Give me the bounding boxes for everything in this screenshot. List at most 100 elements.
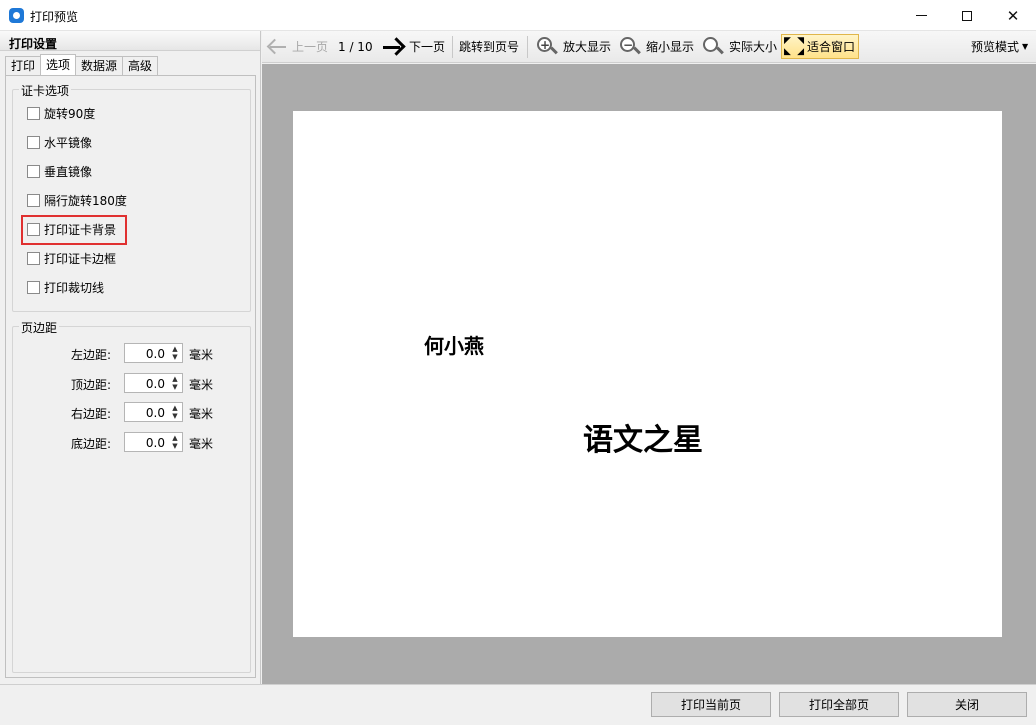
next-page-button[interactable]: 下一页 bbox=[383, 31, 445, 62]
margin-label: 左边距: bbox=[70, 348, 111, 362]
toolbar-separator bbox=[527, 36, 528, 58]
zoom-out-icon: − bbox=[619, 36, 641, 57]
maximize-button[interactable] bbox=[944, 0, 990, 31]
card-award-text: 语文之星 bbox=[583, 423, 703, 458]
checkbox-rotate-90[interactable]: 旋转90度 bbox=[27, 105, 95, 122]
checkbox-label: 打印证卡边框 bbox=[44, 252, 117, 266]
zoom-in-label: 放大显示 bbox=[563, 40, 612, 54]
zoom-in-button[interactable]: + 放大显示 bbox=[536, 31, 611, 62]
preview-canvas[interactable]: 何小燕 语文之星 bbox=[262, 64, 1036, 684]
stepper-value[interactable]: 0.0 bbox=[146, 436, 165, 450]
checkbox-label: 打印裁切线 bbox=[44, 281, 105, 295]
preview-mode-dropdown[interactable]: 预览模式 ▼ bbox=[971, 31, 1028, 62]
actual-size-button[interactable]: 实际大小 bbox=[702, 31, 777, 62]
page-indicator: 1 / 10 bbox=[338, 39, 373, 54]
bottom-margin-stepper[interactable]: 0.0 ▲ ▼ bbox=[124, 432, 183, 452]
tab-options[interactable]: 选项 bbox=[40, 54, 77, 75]
stepper-arrows-icon[interactable]: ▲ ▼ bbox=[168, 403, 182, 421]
close-button[interactable]: 关闭 bbox=[907, 692, 1027, 717]
checkbox-box[interactable] bbox=[27, 252, 40, 265]
margin-label: 底边距: bbox=[70, 437, 111, 451]
stepper-value[interactable]: 0.0 bbox=[146, 347, 165, 361]
fit-window-label: 适合窗口 bbox=[807, 40, 856, 54]
zoom-out-label: 缩小显示 bbox=[646, 40, 695, 54]
stepper-arrows-icon[interactable]: ▲ ▼ bbox=[168, 374, 182, 392]
arrow-left-icon bbox=[268, 40, 286, 54]
fit-window-icon: ◤ ◥ ◣ ◢ bbox=[784, 35, 804, 57]
preview-mode-label: 预览模式 bbox=[971, 40, 1020, 54]
margin-row-left: 左边距: 0.0 ▲ ▼ 毫米 bbox=[13, 343, 252, 363]
checkbox-mirror-vertical[interactable]: 垂直镜像 bbox=[27, 163, 92, 180]
magnifier-icon bbox=[702, 36, 724, 57]
arrow-right-icon bbox=[383, 39, 403, 55]
margin-label: 顶边距: bbox=[70, 378, 111, 392]
app-icon bbox=[9, 8, 24, 23]
left-margin-stepper[interactable]: 0.0 ▲ ▼ bbox=[124, 343, 183, 363]
checkbox-label: 旋转90度 bbox=[44, 107, 96, 121]
bottom-button-bar: 打印当前页 打印全部页 关闭 bbox=[0, 684, 1036, 725]
preview-page: 何小燕 语文之星 bbox=[293, 111, 1002, 637]
margin-row-top: 顶边距: 0.0 ▲ ▼ 毫米 bbox=[13, 373, 252, 393]
prev-page-label: 上一页 bbox=[292, 40, 329, 54]
margin-label: 右边距: bbox=[70, 407, 111, 421]
next-page-label: 下一页 bbox=[409, 40, 446, 54]
close-icon: ✕ bbox=[1006, 6, 1020, 25]
checkbox-print-card-background[interactable]: 打印证卡背景 bbox=[27, 221, 116, 238]
checkbox-print-cut-lines[interactable]: 打印裁切线 bbox=[27, 279, 104, 296]
panel-title: 打印设置 bbox=[9, 37, 58, 51]
checkbox-box[interactable] bbox=[27, 281, 40, 294]
margin-unit: 毫米 bbox=[189, 407, 214, 421]
close-window-button[interactable]: ✕ bbox=[990, 0, 1036, 31]
card-options-legend: 证卡选项 bbox=[19, 82, 72, 99]
tab-print[interactable]: 打印 bbox=[5, 56, 42, 75]
checkbox-label: 隔行旋转180度 bbox=[44, 194, 127, 208]
card-options-group: 证卡选项 旋转90度 水平镜像 垂直镜像 隔行旋转180度 打印证卡背景 打印证… bbox=[12, 82, 251, 312]
checkbox-box[interactable] bbox=[27, 194, 40, 207]
checkbox-box[interactable] bbox=[27, 223, 40, 236]
stepper-arrows-icon[interactable]: ▲ ▼ bbox=[168, 433, 182, 451]
margin-unit: 毫米 bbox=[189, 348, 214, 362]
margin-unit: 毫米 bbox=[189, 437, 214, 451]
settings-tabs: 打印 选项 数据源 高级 bbox=[5, 54, 159, 75]
prev-page-button[interactable]: 上一页 bbox=[268, 31, 328, 62]
card-name-text: 何小燕 bbox=[424, 334, 484, 358]
options-tab-body: 证卡选项 旋转90度 水平镜像 垂直镜像 隔行旋转180度 打印证卡背景 打印证… bbox=[5, 75, 256, 678]
margin-row-bottom: 底边距: 0.0 ▲ ▼ 毫米 bbox=[13, 432, 252, 452]
title-bar: 打印预览 ✕ bbox=[0, 0, 1036, 31]
window-title: 打印预览 bbox=[30, 10, 79, 24]
checkbox-box[interactable] bbox=[27, 136, 40, 149]
toolbar-separator bbox=[452, 36, 453, 58]
checkbox-alternate-rotate-180[interactable]: 隔行旋转180度 bbox=[27, 192, 127, 209]
margin-row-right: 右边距: 0.0 ▲ ▼ 毫米 bbox=[13, 402, 252, 422]
checkbox-box[interactable] bbox=[27, 107, 40, 120]
maximize-icon bbox=[962, 10, 972, 21]
page-margins-legend: 页边距 bbox=[19, 319, 60, 336]
checkbox-print-card-border[interactable]: 打印证卡边框 bbox=[27, 250, 116, 267]
stepper-arrows-icon[interactable]: ▲ ▼ bbox=[168, 344, 182, 362]
minimize-icon bbox=[915, 15, 927, 16]
zoom-out-button[interactable]: − 缩小显示 bbox=[619, 31, 694, 62]
zoom-in-icon: + bbox=[536, 36, 558, 57]
checkbox-box[interactable] bbox=[27, 165, 40, 178]
top-margin-stepper[interactable]: 0.0 ▲ ▼ bbox=[124, 373, 183, 393]
jump-to-page-button[interactable]: 跳转到页号 bbox=[459, 31, 519, 62]
margin-unit: 毫米 bbox=[189, 378, 214, 392]
right-margin-stepper[interactable]: 0.0 ▲ ▼ bbox=[124, 402, 183, 422]
stepper-value[interactable]: 0.0 bbox=[146, 377, 165, 391]
checkbox-label: 垂直镜像 bbox=[44, 165, 93, 179]
actual-size-label: 实际大小 bbox=[729, 40, 778, 54]
tab-advanced[interactable]: 高级 bbox=[122, 56, 159, 75]
print-current-page-button[interactable]: 打印当前页 bbox=[651, 692, 771, 717]
minimize-button[interactable] bbox=[898, 0, 944, 31]
tab-datasource[interactable]: 数据源 bbox=[75, 56, 124, 75]
chevron-down-icon: ▼ bbox=[1022, 42, 1029, 51]
page-margins-group: 页边距 左边距: 0.0 ▲▼ 毫米 顶边距: 0.0 ▲▼ 毫米 右边距: bbox=[12, 319, 252, 673]
stepper-value[interactable]: 0.0 bbox=[146, 406, 165, 420]
checkbox-mirror-horizontal[interactable]: 水平镜像 bbox=[27, 134, 92, 151]
checkbox-label: 水平镜像 bbox=[44, 136, 93, 150]
print-all-pages-button[interactable]: 打印全部页 bbox=[779, 692, 899, 717]
print-settings-panel: 打印设置 打印 选项 数据源 高级 证卡选项 旋转90度 水平镜像 垂直镜像 隔… bbox=[0, 31, 261, 684]
checkbox-label: 打印证卡背景 bbox=[44, 223, 117, 237]
fit-window-button[interactable]: ◤ ◥ ◣ ◢ 适合窗口 bbox=[781, 34, 860, 59]
preview-toolbar: 上一页 1 / 10 下一页 跳转到页号 + 放大显示 − 缩小显示 实际大小 … bbox=[262, 31, 1036, 63]
